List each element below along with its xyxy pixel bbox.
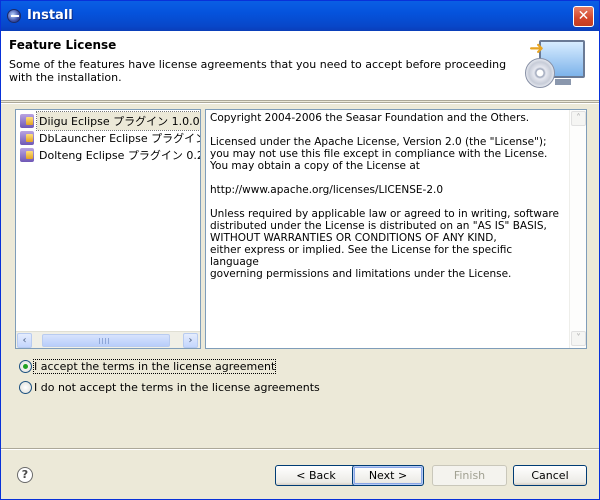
arrow-icon: ➜ — [529, 38, 545, 59]
feature-item[interactable]: DbLauncher Eclipse プラグイン 0. — [20, 129, 201, 147]
monitor-stand-icon — [555, 79, 571, 85]
next-button[interactable]: Next > — [352, 465, 424, 486]
feature-label: DbLauncher Eclipse プラグイン 0. — [39, 132, 201, 145]
cd-icon — [525, 58, 555, 88]
eclipse-icon — [7, 9, 21, 23]
header-separator — [1, 102, 599, 104]
page-description: Some of the features have license agreem… — [9, 58, 507, 84]
install-wizard-icon: ➜ — [521, 34, 593, 98]
scroll-right-button[interactable]: › — [183, 333, 198, 348]
back-button[interactable]: < Back — [275, 465, 357, 486]
help-icon[interactable]: ? — [17, 467, 33, 483]
vertical-scrollbar[interactable]: ˄ ˅ — [569, 110, 586, 348]
license-text-area[interactable]: Copyright 2004-2006 the Seasar Foundatio… — [205, 109, 587, 349]
close-button[interactable]: ✕ — [573, 6, 594, 27]
scroll-down-button[interactable]: ˅ — [571, 331, 586, 346]
plugin-icon — [20, 114, 34, 128]
feature-item[interactable]: Dolteng Eclipse プラグイン 0.20.4 — [20, 146, 200, 164]
decline-label[interactable]: I do not accept the terms in the license… — [34, 381, 320, 394]
features-list[interactable]: Diigu Eclipse プラグイン 1.0.0 DbLauncher Ecl… — [15, 109, 201, 349]
decline-option[interactable]: I do not accept the terms in the license… — [19, 380, 320, 398]
wizard-header: Feature License Some of the features hav… — [1, 31, 599, 101]
scroll-up-button[interactable]: ˄ — [571, 111, 586, 126]
plugin-icon — [20, 131, 34, 145]
decline-radio[interactable] — [19, 380, 32, 394]
feature-item[interactable]: Diigu Eclipse プラグイン 1.0.0 — [20, 111, 200, 131]
feature-label: Dolteng Eclipse プラグイン 0.20.4 — [39, 149, 200, 162]
finish-button[interactable]: Finish — [432, 465, 507, 486]
page-title: Feature License — [9, 38, 117, 52]
scroll-left-button[interactable]: ‹ — [17, 333, 32, 348]
horizontal-scrollbar[interactable]: ‹ › — [16, 331, 200, 348]
plugin-icon — [20, 148, 34, 162]
scroll-thumb[interactable] — [42, 334, 170, 347]
feature-label: Diigu Eclipse プラグイン 1.0.0 — [36, 111, 200, 131]
cancel-button[interactable]: Cancel — [513, 465, 587, 486]
accept-radio[interactable] — [19, 359, 32, 373]
footer-separator — [1, 448, 599, 450]
title-bar[interactable]: Install ✕ — [1, 1, 599, 31]
window-title: Install — [27, 8, 73, 23]
accept-option[interactable]: I accept the terms in the license agreem… — [19, 358, 277, 377]
install-dialog: Install ✕ Feature License Some of the fe… — [0, 0, 600, 500]
accept-label[interactable]: I accept the terms in the license agreem… — [32, 358, 277, 374]
license-text: Copyright 2004-2006 the Seasar Foundatio… — [210, 112, 559, 280]
